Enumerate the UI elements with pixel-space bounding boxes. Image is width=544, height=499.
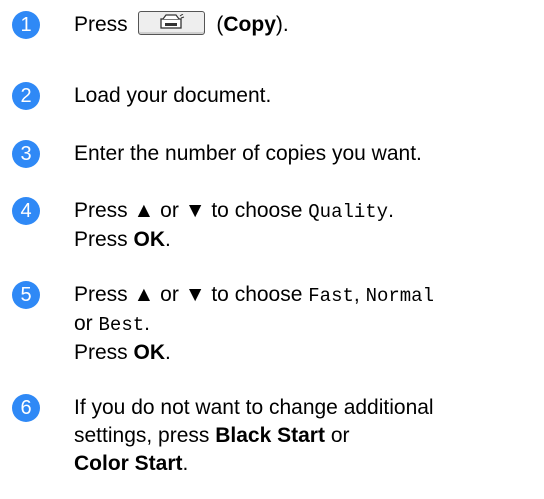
color-start-key-label: Color Start (74, 452, 183, 475)
press-word: Press (74, 13, 128, 36)
copy-close-paren: ). (275, 13, 289, 36)
step-4-line-2: Press OK. (74, 228, 171, 251)
step-1-text: Press (Copy). (74, 11, 540, 39)
step-number-2: 2 (12, 82, 40, 110)
step-4-text: Press ▲ or ▼ to choose Quality. Press OK… (74, 197, 540, 254)
option-best: Best (98, 314, 145, 336)
step-6-line-3: Color Start. (74, 452, 189, 475)
step-number-6: 6 (12, 394, 40, 422)
step-5-line-2: or Best. (74, 312, 150, 336)
step-number-4: 4 (12, 197, 40, 225)
step-6-line-1: If you do not want to change additional (74, 396, 434, 419)
step-4-line-1: Press ▲ or ▼ to choose Quality. (74, 199, 394, 223)
step-6-line-2: settings, press Black Start or (74, 424, 350, 447)
black-start-key-label: Black Start (215, 424, 325, 447)
step-5-text: Press ▲ or ▼ to choose Fast, Normal or B… (74, 281, 540, 367)
down-arrow-icon: ▼ (184, 283, 206, 306)
option-quality: Quality (308, 201, 389, 223)
step-number-1: 1 (12, 11, 40, 39)
up-arrow-icon: ▲ (133, 283, 155, 306)
option-normal: Normal (365, 285, 434, 307)
ok-key-label: OK (133, 341, 166, 364)
step-5-line-3: Press OK. (74, 341, 171, 364)
copy-key-icon (137, 11, 205, 36)
step-3-text: Enter the number of copies you want. (74, 142, 422, 165)
step-5-line-1: Press ▲ or ▼ to choose Fast, Normal (74, 283, 434, 307)
down-arrow-icon: ▼ (184, 199, 206, 222)
step-2-text: Load your document. (74, 84, 272, 107)
step-6-text: If you do not want to change additional … (74, 394, 540, 478)
ok-key-label: OK (133, 228, 166, 251)
option-fast: Fast (308, 285, 354, 307)
up-arrow-icon: ▲ (133, 199, 155, 222)
step-number-5: 5 (12, 281, 40, 309)
step-number-3: 3 (12, 140, 40, 168)
copy-key-label: Copy (223, 13, 276, 36)
